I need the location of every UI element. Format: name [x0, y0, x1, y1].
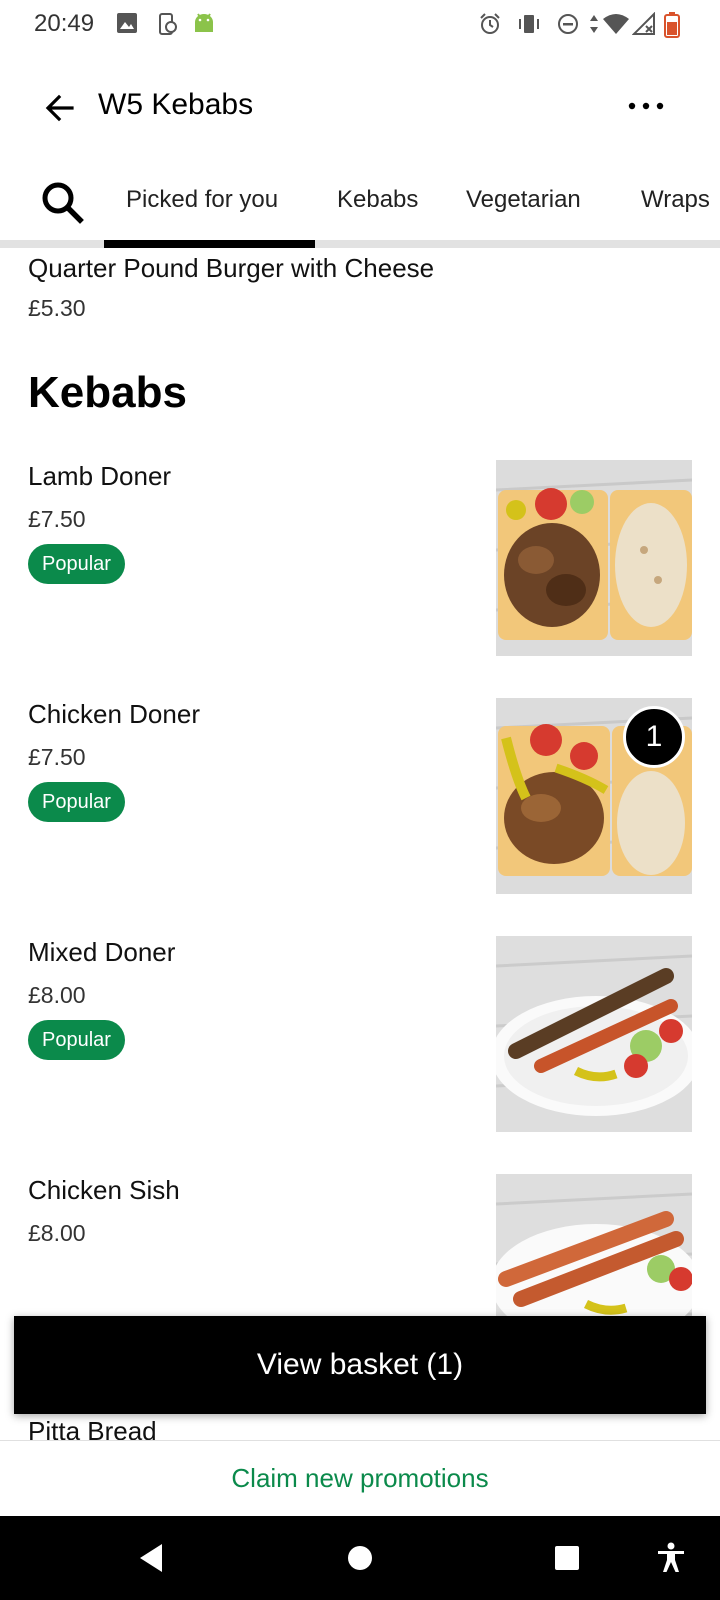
item-price: £5.30 [28, 295, 86, 321]
tab-kebabs[interactable]: Kebabs [337, 186, 418, 214]
tab-picked-for-you[interactable]: Picked for you [126, 186, 278, 214]
menu-list[interactable]: Quarter Pound Burger with Cheese £5.30 K… [0, 250, 720, 1440]
alarm-icon [480, 13, 500, 34]
app-header: W5 Kebabs [0, 48, 720, 168]
battery-icon [664, 12, 680, 38]
mixed-doner-image[interactable] [496, 936, 692, 1132]
item-name: Lamb Doner [28, 461, 172, 491]
popular-badge: Popular [28, 1020, 125, 1060]
item-name: Chicken Sish [28, 1175, 180, 1205]
section-title: Kebabs [28, 368, 187, 417]
wifi-icon [603, 14, 629, 34]
accessibility-icon[interactable] [656, 1542, 686, 1574]
image-icon [117, 13, 137, 33]
nav-back-icon[interactable] [136, 1542, 166, 1574]
item-price: £7.50 [28, 744, 86, 770]
popular-badge: Popular [28, 782, 125, 822]
vibrate-icon [519, 15, 539, 33]
view-basket-button[interactable]: View basket (1) [14, 1316, 706, 1414]
item-name: Mixed Doner [28, 937, 176, 967]
lamb-doner-image[interactable] [496, 460, 692, 656]
more-options-icon[interactable] [626, 100, 666, 112]
tab-active-indicator [104, 240, 315, 248]
data-arrows-icon [590, 15, 598, 33]
item-name: Pitta Bread [28, 1416, 157, 1440]
screen-rotation-icon [159, 13, 177, 35]
promotions-bar: Claim new promotions [0, 1440, 720, 1516]
claim-promotions-link[interactable]: Claim new promotions [0, 1441, 720, 1515]
system-nav-bar [0, 1516, 720, 1600]
arrow-left-icon[interactable] [40, 88, 80, 128]
popular-badge: Popular [28, 544, 125, 584]
status-bar: 20:49 [0, 0, 720, 48]
basket-quantity-badge: 1 [623, 706, 685, 768]
category-tabs: Picked for you Kebabs Vegetarian Wraps [0, 168, 720, 250]
item-name: Quarter Pound Burger with Cheese [28, 253, 435, 283]
status-time: 20:49 [34, 10, 95, 37]
tab-vegetarian[interactable]: Vegetarian [466, 186, 581, 214]
item-price: £8.00 [28, 1220, 86, 1246]
tab-wraps[interactable]: Wraps [641, 186, 710, 214]
nav-home-icon[interactable] [346, 1544, 374, 1572]
signal-icon [632, 12, 655, 35]
item-price: £7.50 [28, 506, 86, 532]
android-icon [195, 13, 213, 32]
search-icon[interactable] [40, 180, 84, 224]
page-title: W5 Kebabs [98, 88, 254, 121]
item-name: Chicken Doner [28, 699, 200, 729]
dnd-icon [558, 14, 578, 34]
nav-recents-icon[interactable] [554, 1545, 580, 1571]
item-price: £8.00 [28, 982, 86, 1008]
